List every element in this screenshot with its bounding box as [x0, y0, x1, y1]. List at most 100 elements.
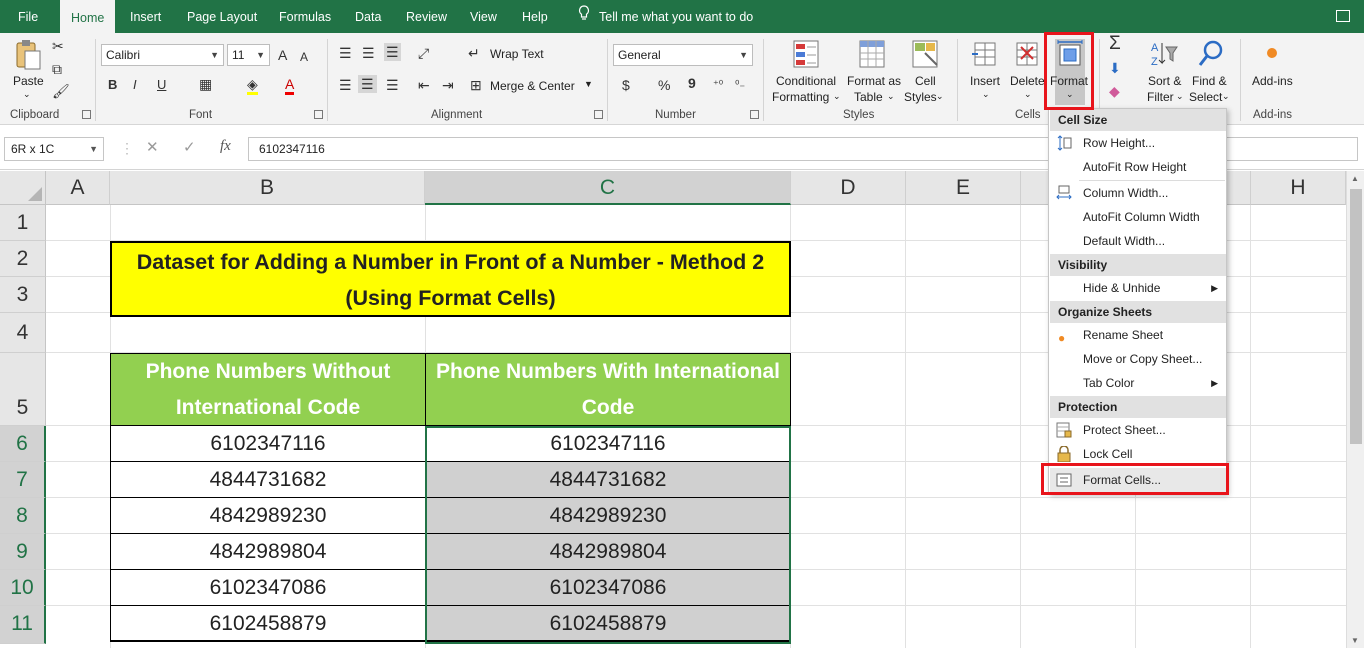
format-as-table-button[interactable]: Format as [847, 74, 901, 88]
menu-item-autofit-column-width[interactable]: AutoFit Column Width [1050, 205, 1226, 229]
tab-page-layout[interactable]: Page Layout [187, 0, 257, 33]
top-align-icon[interactable]: ☰ [339, 45, 352, 61]
borders-icon[interactable]: ▦ [199, 76, 212, 92]
selected-active-cell[interactable]: 6102347116 [425, 426, 791, 462]
cut-icon[interactable]: ✂ [52, 38, 64, 54]
paste-button[interactable]: Paste [13, 74, 44, 88]
cell-styles-icon[interactable] [911, 39, 939, 68]
row-header-3[interactable]: 3 [0, 277, 46, 313]
header-cell-with-code[interactable]: Phone Numbers With International Code [425, 353, 791, 426]
find-select-icon[interactable] [1197, 39, 1225, 67]
menu-item-autofit-row-height[interactable]: AutoFit Row Height [1050, 155, 1226, 179]
italic-button[interactable]: I [133, 77, 137, 93]
selected-cell[interactable]: 4844731682 [425, 462, 791, 498]
enter-icon[interactable]: ✓ [183, 138, 196, 156]
conditional-formatting-icon[interactable] [792, 39, 820, 68]
delete-cells-button[interactable]: Delete [1010, 74, 1045, 88]
selected-cell[interactable]: 4842989804 [425, 534, 791, 570]
name-box[interactable]: 6R x 1C ▼ [4, 137, 104, 161]
tab-home[interactable]: Home [60, 0, 116, 33]
decrease-indent-icon[interactable]: ⇤ [418, 77, 430, 93]
format-as-table-button-line2[interactable]: Table [854, 90, 883, 104]
increase-decimal-icon[interactable]: ⁺⁰ [713, 77, 723, 93]
sort-filter-button-line2[interactable]: Filter [1147, 90, 1174, 104]
cell-styles-button-line2[interactable]: Styles [904, 90, 937, 104]
column-header-h[interactable]: H [1251, 171, 1346, 205]
table-cell[interactable]: 6102347116 [110, 426, 426, 462]
paste-dropdown-icon[interactable]: ⌄ [23, 89, 31, 100]
add-ins-button[interactable]: Add-ins [1252, 74, 1293, 88]
menu-item-hide-unhide[interactable]: Hide & Unhide ▶ [1050, 276, 1226, 300]
delete-cells-icon[interactable] [1013, 39, 1041, 67]
tab-formulas[interactable]: Formulas [279, 0, 331, 33]
conditional-formatting-button[interactable]: Conditional [776, 74, 836, 88]
bottom-align-icon[interactable]: ☰ [384, 43, 401, 61]
header-cell-without-code[interactable]: Phone Numbers Without International Code [110, 353, 426, 426]
table-cell[interactable]: 4842989804 [110, 534, 426, 570]
copy-icon[interactable]: ⧉ [52, 61, 62, 77]
row-header-8[interactable]: 8 [0, 498, 46, 534]
ribbon-display-options-icon[interactable] [1336, 10, 1350, 22]
comma-button[interactable]: 9 [688, 75, 696, 91]
selected-cell[interactable]: 6102347086 [425, 570, 791, 606]
format-icon[interactable] [1056, 39, 1084, 67]
format-as-table-icon[interactable] [858, 39, 886, 68]
number-launcher-icon[interactable] [750, 110, 759, 119]
add-ins-icon[interactable] [1258, 41, 1286, 69]
clipboard-launcher-icon[interactable] [82, 110, 91, 119]
menu-item-protect-sheet[interactable]: Protect Sheet... [1050, 418, 1226, 442]
merge-center-button[interactable]: Merge & Center [490, 79, 575, 93]
tab-view[interactable]: View [470, 0, 497, 33]
increase-indent-icon[interactable]: ⇥ [442, 77, 454, 93]
menu-item-tab-color[interactable]: Tab Color ▶ [1050, 371, 1226, 395]
percent-button[interactable]: % [658, 77, 670, 93]
sort-filter-icon[interactable]: AZ [1150, 39, 1178, 68]
shrink-font-button[interactable]: A [300, 49, 308, 65]
row-header-9[interactable]: 9 [0, 534, 46, 570]
align-right-icon[interactable]: ☰ [386, 77, 399, 93]
row-header-2[interactable]: 2 [0, 241, 46, 277]
selected-cell[interactable]: 4842989230 [425, 498, 791, 534]
row-header-1[interactable]: 1 [0, 205, 46, 241]
tab-review[interactable]: Review [406, 0, 447, 33]
row-header-10[interactable]: 10 [0, 570, 46, 606]
wrap-text-button[interactable]: Wrap Text [490, 47, 544, 61]
merge-center-icon[interactable]: ⊞ [470, 77, 482, 93]
menu-item-lock-cell[interactable]: Lock Cell [1050, 442, 1226, 466]
alignment-launcher-icon[interactable] [594, 110, 603, 119]
font-color-icon[interactable]: A [285, 76, 295, 95]
orientation-icon[interactable]: ⤢ [418, 45, 429, 61]
wrap-text-icon[interactable]: ↵ [468, 45, 480, 61]
format-button[interactable]: Format [1050, 74, 1088, 88]
font-launcher-icon[interactable] [314, 110, 323, 119]
tab-file[interactable]: File [18, 0, 38, 33]
middle-align-icon[interactable]: ☰ [362, 45, 375, 61]
select-all-corner[interactable] [0, 171, 46, 205]
tab-help[interactable]: Help [522, 0, 548, 33]
row-header-7[interactable]: 7 [0, 462, 46, 498]
vertical-scrollbar[interactable]: ▲ ▼ [1346, 171, 1364, 648]
tab-data[interactable]: Data [355, 0, 381, 33]
menu-item-row-height[interactable]: Row Height... [1050, 131, 1226, 155]
font-name-select[interactable]: Calibri ▼ [101, 44, 224, 66]
find-select-button-line2[interactable]: Select [1189, 90, 1222, 104]
paste-icon[interactable] [14, 39, 42, 70]
menu-item-move-copy-sheet[interactable]: Move or Copy Sheet... [1050, 347, 1226, 371]
menu-item-rename-sheet[interactable]: ● Rename Sheet [1050, 323, 1226, 347]
chevron-down-icon[interactable]: ▼ [584, 79, 593, 89]
column-header-d[interactable]: D [791, 171, 906, 205]
table-cell[interactable]: 6102458879 [110, 606, 426, 642]
row-header-11[interactable]: 11 [0, 606, 46, 644]
tell-me-search[interactable]: Tell me what you want to do [578, 0, 753, 33]
currency-button[interactable]: $ [622, 77, 630, 93]
fill-color-icon[interactable]: ◈ [247, 76, 258, 95]
cell-styles-button[interactable]: Cell [915, 74, 936, 88]
format-painter-icon[interactable]: 🖌 [52, 83, 70, 99]
decrease-decimal-icon[interactable]: ⁰₋ [735, 77, 745, 93]
insert-function-icon[interactable]: fx [220, 138, 231, 155]
column-header-e[interactable]: E [906, 171, 1021, 205]
align-center-icon[interactable]: ☰ [358, 75, 377, 93]
bold-button[interactable]: B [108, 77, 117, 93]
column-header-a[interactable]: A [46, 171, 110, 205]
find-select-button[interactable]: Find & [1192, 74, 1227, 88]
